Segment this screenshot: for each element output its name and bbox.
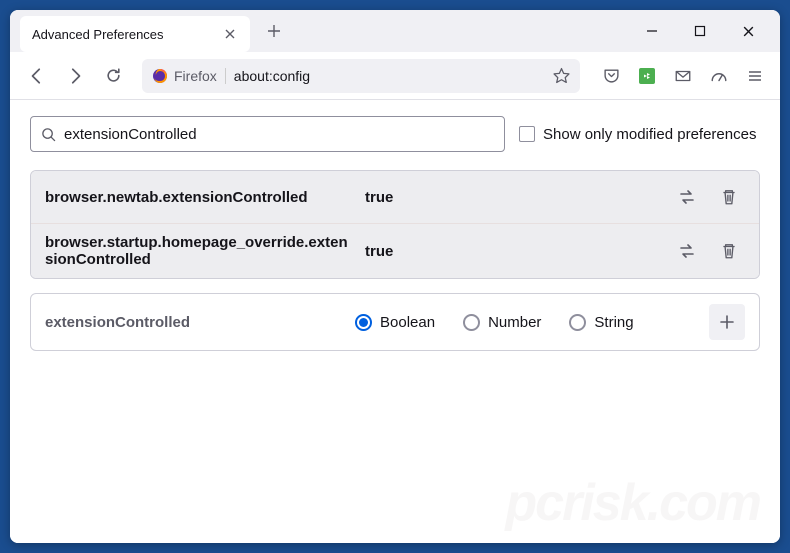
pref-value: true [365, 243, 661, 260]
pref-table: browser.newtab.extensionControlled true … [30, 170, 760, 279]
forward-button[interactable] [58, 59, 92, 93]
about-config-content: pcrisk.com Show only modified preference… [10, 100, 780, 543]
toolbar-icons [596, 61, 770, 91]
search-box[interactable] [30, 116, 505, 152]
bookmark-star-icon[interactable] [553, 67, 570, 84]
checkbox-label: Show only modified preferences [543, 126, 756, 143]
back-button[interactable] [20, 59, 54, 93]
window-controls [636, 15, 780, 47]
radio-icon [463, 314, 480, 331]
pref-row[interactable]: browser.newtab.extensionControlled true [31, 171, 759, 223]
maximize-button[interactable] [684, 15, 716, 47]
pref-value: true [365, 189, 661, 206]
identity-label: Firefox [174, 68, 217, 84]
identity-box[interactable]: Firefox [152, 68, 226, 84]
radio-label: String [594, 314, 633, 331]
tab-title: Advanced Preferences [32, 27, 222, 42]
mail-icon[interactable] [668, 61, 698, 91]
checkbox-icon [519, 126, 535, 142]
pref-name: browser.startup.homepage_override.extens… [45, 234, 355, 268]
nav-toolbar: Firefox about:config [10, 52, 780, 100]
new-pref-name: extensionControlled [45, 314, 355, 331]
extension-icon[interactable] [632, 61, 662, 91]
dashboard-icon[interactable] [704, 61, 734, 91]
url-text: about:config [234, 68, 545, 84]
radio-string[interactable]: String [569, 314, 633, 331]
delete-button[interactable] [713, 181, 745, 213]
pref-name: browser.newtab.extensionControlled [45, 189, 355, 206]
add-pref-button[interactable] [709, 304, 745, 340]
new-pref-row: extensionControlled Boolean Number Strin… [30, 293, 760, 351]
app-menu-icon[interactable] [740, 61, 770, 91]
pocket-icon[interactable] [596, 61, 626, 91]
tab-close-icon[interactable] [222, 26, 238, 42]
toggle-button[interactable] [671, 235, 703, 267]
watermark: pcrisk.com [505, 473, 760, 533]
tab-active[interactable]: Advanced Preferences [20, 16, 250, 52]
radio-label: Number [488, 314, 541, 331]
radio-icon [355, 314, 372, 331]
search-icon [41, 127, 56, 142]
titlebar: Advanced Preferences [10, 10, 780, 52]
show-modified-checkbox[interactable]: Show only modified preferences [519, 126, 756, 143]
radio-boolean[interactable]: Boolean [355, 314, 435, 331]
radio-icon [569, 314, 586, 331]
type-radios: Boolean Number String [355, 314, 709, 331]
delete-button[interactable] [713, 235, 745, 267]
radio-label: Boolean [380, 314, 435, 331]
search-row: Show only modified preferences [30, 116, 760, 152]
pref-row[interactable]: browser.startup.homepage_override.extens… [31, 223, 759, 278]
search-input[interactable] [64, 126, 494, 143]
window-close-button[interactable] [732, 15, 764, 47]
url-bar[interactable]: Firefox about:config [142, 59, 580, 93]
firefox-logo-icon [152, 68, 168, 84]
reload-button[interactable] [96, 59, 130, 93]
minimize-button[interactable] [636, 15, 668, 47]
new-tab-button[interactable] [260, 17, 288, 45]
toggle-button[interactable] [671, 181, 703, 213]
radio-number[interactable]: Number [463, 314, 541, 331]
browser-window: Advanced Preferences [10, 10, 780, 543]
